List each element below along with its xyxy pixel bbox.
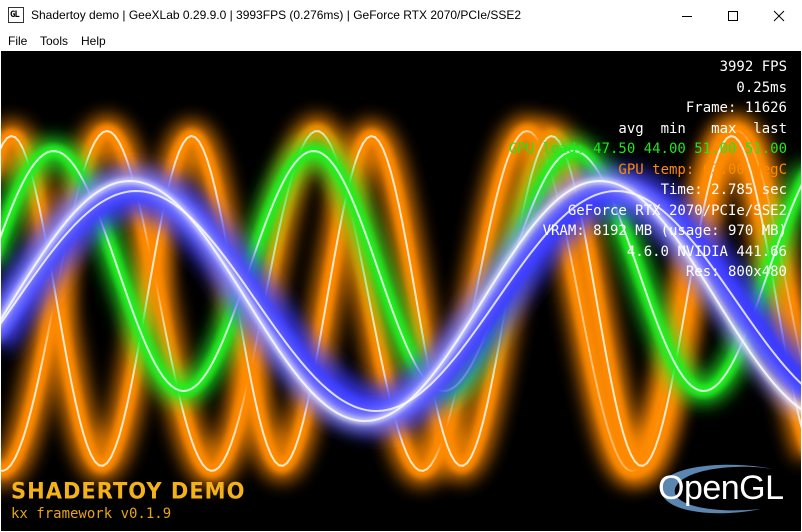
hud-fps: 3992 FPS xyxy=(719,59,787,75)
app-window: GL Shadertoy demo | GeeXLab 0.29.9.0 | 3… xyxy=(0,0,802,532)
render-viewport[interactable]: 3992 FPS 0.25ms Frame: 11626 avg min max… xyxy=(1,51,801,531)
opengl-logo-text: OpenGL xyxy=(658,469,784,507)
hud-gl-version: 4.6.0 NVIDIA 441.66 xyxy=(626,243,787,260)
menu-tools[interactable]: Tools xyxy=(40,34,68,48)
close-icon xyxy=(773,10,785,21)
hud-stats-header: avg min max last xyxy=(618,120,787,137)
minimize-icon xyxy=(682,15,692,17)
framework-version: kx framework v0.1.9 xyxy=(11,506,172,522)
menu-file[interactable]: File xyxy=(8,34,27,48)
hud-renderer: GeForce RTX 2070/PCIe/SSE2 xyxy=(567,202,787,219)
hud-resolution: Res: 800x480 xyxy=(685,264,787,280)
performance-hud: 3992 FPS 0.25ms Frame: 11626 avg min max… xyxy=(509,57,787,283)
hud-gpu-temp: GPU temp: 63.00 degC xyxy=(618,161,787,178)
close-button[interactable] xyxy=(756,0,802,31)
hud-frame-time: 0.25ms xyxy=(736,79,787,96)
menu-bar: File Tools Help xyxy=(0,31,802,51)
hud-vram: VRAM: 8192 MB (usage: 970 MB) xyxy=(542,223,787,239)
maximize-button[interactable] xyxy=(710,0,756,31)
minimize-button[interactable] xyxy=(664,0,710,31)
app-icon: GL xyxy=(8,7,24,23)
window-title: Shadertoy demo | GeeXLab 0.29.9.0 | 3993… xyxy=(31,8,522,22)
title-bar[interactable]: GL Shadertoy demo | GeeXLab 0.29.9.0 | 3… xyxy=(0,0,802,32)
menu-help[interactable]: Help xyxy=(81,34,106,48)
hud-time: Time: 2.785 sec xyxy=(660,182,787,198)
hud-gpu-load: GPU load: 47.50 44.00 51.00 51.00 xyxy=(508,141,787,157)
demo-title-logo: SHADERTOY DEMO xyxy=(11,478,246,504)
maximize-icon xyxy=(728,10,738,21)
app-icon-label: GL xyxy=(10,10,20,20)
hud-frame-count: Frame: 11626 xyxy=(685,100,787,116)
